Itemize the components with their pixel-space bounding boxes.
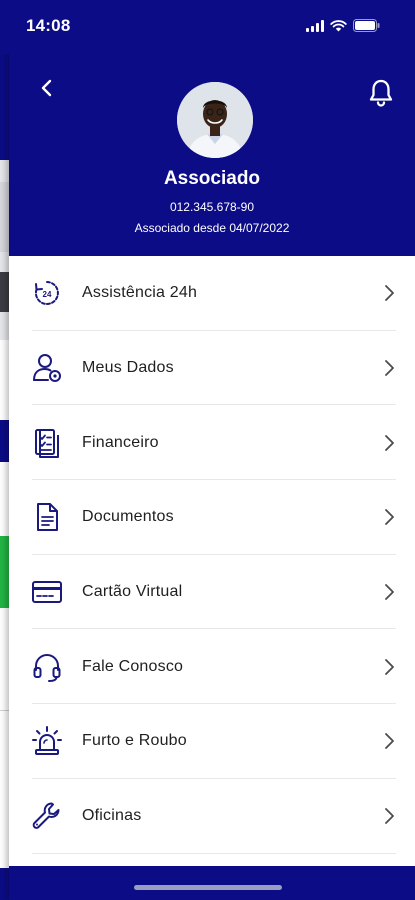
status-time: 14:08 bbox=[26, 16, 71, 35]
profile-name: Associado bbox=[163, 168, 261, 189]
alarm-siren-icon bbox=[32, 726, 62, 756]
card-icon bbox=[32, 581, 62, 604]
menu-item-label: Oficinas bbox=[82, 807, 142, 825]
home-indicator[interactable] bbox=[134, 885, 282, 890]
divider bbox=[32, 852, 396, 854]
battery-icon bbox=[353, 19, 380, 32]
menu-item-label: Assistência 24h bbox=[82, 284, 198, 302]
avatar[interactable] bbox=[177, 82, 253, 158]
menu-item-cartao-virtual[interactable]: Cartão Virtual bbox=[9, 555, 415, 630]
drawer-footer bbox=[9, 866, 415, 900]
menu-item-label: Fale Conosco bbox=[82, 657, 184, 675]
wrench-icon bbox=[32, 802, 60, 829]
menu-item-label: Documentos bbox=[82, 508, 174, 526]
menu-item-furto-roubo[interactable]: Furto e Roubo bbox=[9, 704, 415, 779]
notification-bell-icon[interactable] bbox=[367, 78, 395, 108]
chevron-right-icon bbox=[385, 285, 394, 302]
chevron-right-icon bbox=[385, 360, 394, 376]
chevron-right-icon bbox=[385, 733, 394, 750]
headset-icon bbox=[33, 653, 61, 682]
chevron-right-icon bbox=[385, 584, 394, 600]
svg-text:24: 24 bbox=[43, 290, 52, 299]
background-divider bbox=[0, 710, 9, 711]
menu-item-label: Meus Dados bbox=[82, 359, 174, 377]
signal-icon bbox=[306, 19, 324, 32]
back-arrow-icon[interactable] bbox=[35, 76, 59, 100]
menu-item-financeiro[interactable]: Financeiro bbox=[9, 405, 415, 481]
menu-item-documentos[interactable]: Documentos bbox=[9, 480, 415, 555]
background-button bbox=[0, 420, 9, 462]
chevron-right-icon bbox=[385, 808, 394, 825]
background-footer bbox=[0, 868, 9, 900]
background-screen bbox=[0, 0, 9, 900]
assistance-24h-icon: 24 bbox=[34, 281, 59, 306]
financial-document-icon bbox=[35, 428, 59, 458]
background-image bbox=[0, 182, 9, 252]
document-icon bbox=[37, 503, 58, 532]
background-image-dark bbox=[0, 272, 9, 312]
background-green-card bbox=[0, 536, 9, 608]
menu-item-label: Furto e Roubo bbox=[82, 732, 187, 750]
user-photo-icon bbox=[177, 82, 253, 158]
drawer-menu: 24 Assistência 24h Meus Dados Financeiro… bbox=[9, 256, 415, 854]
menu-item-fale-conosco[interactable]: Fale Conosco bbox=[9, 629, 415, 705]
status-icons bbox=[306, 19, 380, 32]
navigation-drawer: Associado 012.345.678-90 Associado desde… bbox=[9, 0, 415, 900]
profile-document: 012.345.678-90 bbox=[169, 200, 255, 214]
wifi-icon bbox=[330, 19, 347, 31]
user-settings-icon bbox=[33, 354, 61, 383]
menu-item-oficinas[interactable]: Oficinas bbox=[9, 779, 415, 854]
profile-member-since: Associado desde 04/07/2022 bbox=[134, 221, 290, 235]
menu-item-label: Cartão Virtual bbox=[82, 583, 183, 601]
chevron-right-icon bbox=[385, 658, 394, 675]
chevron-right-icon bbox=[385, 434, 394, 451]
status-bar: 14:08 bbox=[0, 0, 406, 54]
menu-item-label: Financeiro bbox=[82, 433, 159, 451]
menu-item-assistencia[interactable]: 24 Assistência 24h bbox=[9, 256, 415, 331]
chevron-right-icon bbox=[385, 509, 394, 526]
menu-item-meus-dados[interactable]: Meus Dados bbox=[9, 331, 415, 406]
